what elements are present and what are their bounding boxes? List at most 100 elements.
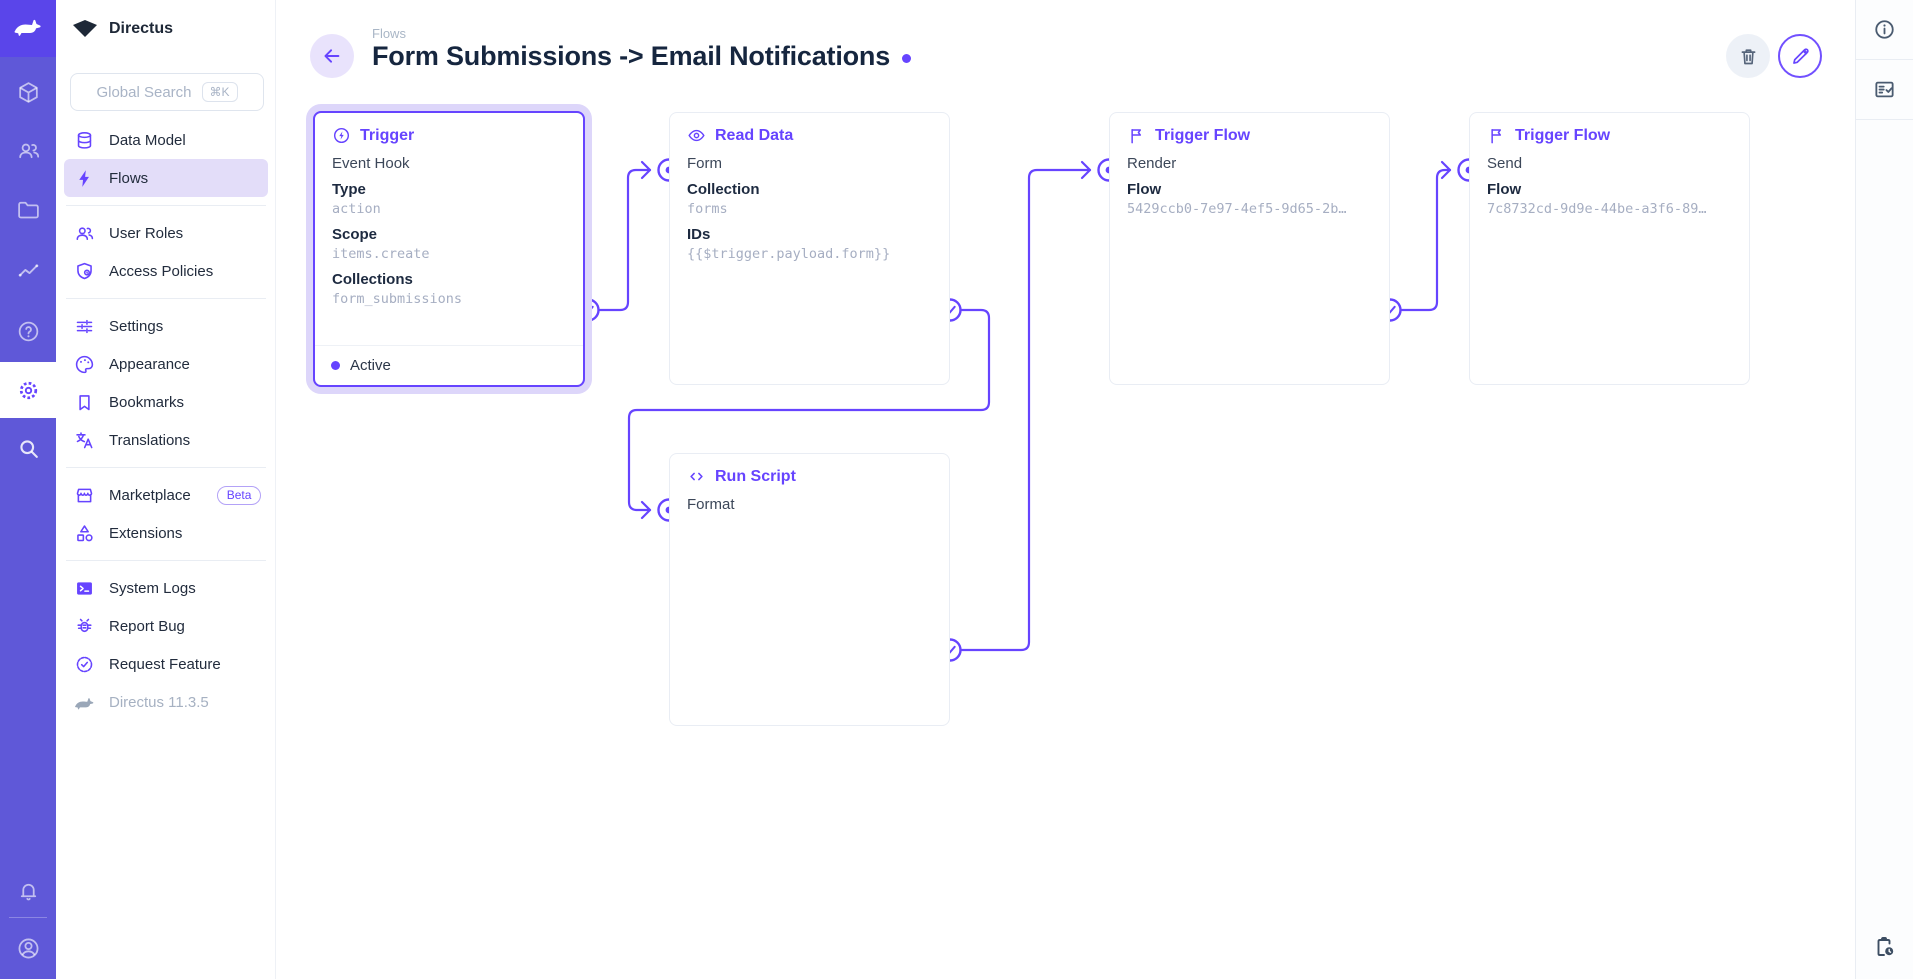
edit-flow-button[interactable] [1778,34,1822,78]
sidebar-item-label: System Logs [109,580,196,597]
module-files[interactable] [0,182,56,238]
sidebar-item-bookmarks[interactable]: Bookmarks [64,383,268,421]
page-title: Form Submissions -> Email Notifications [372,41,890,72]
node-title: Read Data [687,126,932,145]
sidebar-item-label: Report Bug [109,618,185,635]
version-row: Directus 11.3.5 [64,683,268,721]
fact-check-icon [1873,78,1896,101]
active-status-label: Active [350,357,391,374]
breadcrumb[interactable]: Flows [372,26,406,41]
sidebar-item-settings[interactable]: Settings [64,307,268,345]
node-title: Trigger Flow [1127,126,1372,145]
arrow-left-icon [321,45,343,67]
sidebar-item-label: User Roles [109,225,183,242]
sidebar-item-access-policies[interactable]: Access Policies [64,252,268,290]
notifications-button[interactable] [0,862,56,918]
active-status-dot [331,361,340,370]
sidebar-item-translations[interactable]: Translations [64,421,268,459]
back-button[interactable] [310,34,354,78]
sidebar-item-label: Data Model [109,132,186,149]
sidebar-item-label: Translations [109,432,190,449]
flow-canvas[interactable]: Trigger Event Hook Type action Scope ite… [276,0,1855,979]
directus-rabbit-icon [13,15,43,42]
flow-node-trigger[interactable]: Trigger Event Hook Type action Scope ite… [313,111,585,387]
directus-logo-block[interactable] [0,0,56,57]
sidebar-item-request-feature[interactable]: Request Feature [64,645,268,683]
cube-icon [16,80,41,105]
module-search[interactable] [0,420,56,476]
node-field: Collection forms [687,181,932,217]
palette-icon [74,354,95,375]
project-row[interactable]: Directus [56,0,276,57]
sidebar-item-label: Settings [109,318,163,335]
sidebar-item-label: Bookmarks [109,394,184,411]
sidebar-item-label: Flows [109,170,148,187]
right-sidebar [1855,0,1913,979]
sidebar-item-report-bug[interactable]: Report Bug [64,607,268,645]
flow-logs-button[interactable] [1856,923,1913,971]
sidebar-section-revisions[interactable] [1856,60,1913,120]
nav-divider [66,205,266,206]
bookmark-icon [74,392,95,413]
sidebar-item-user-roles[interactable]: User Roles [64,214,268,252]
global-search-input[interactable]: Global Search ⌘K [70,73,264,111]
nav-divider [66,467,266,468]
directus-version-rabbit-icon [74,692,95,713]
flow-node-trigger-flow-render[interactable]: Trigger Flow Render Flow 5429ccb0-7e97-4… [1109,112,1390,385]
node-name: Render [1127,155,1372,172]
search-shortcut-badge: ⌘K [202,82,238,102]
flow-node-run-script[interactable]: Run Script Format [669,453,950,726]
tune-icon [74,316,95,337]
flow-node-trigger-flow-send[interactable]: Trigger Flow Send Flow 7c8732cd-9d9e-44b… [1469,112,1750,385]
sidebar-item-label: Request Feature [109,656,221,673]
sidebar-item-data-model[interactable]: Data Model [64,121,268,159]
flow-active-dot [902,54,911,63]
info-icon [1873,18,1896,41]
node-title: Trigger [332,126,566,145]
node-field: Flow 7c8732cd-9d9e-44be-a3f6-89… [1487,181,1732,217]
project-name: Directus [109,20,173,38]
node-field: Scope items.create [332,226,566,262]
title-row: Form Submissions -> Email Notifications [372,41,911,72]
gear-icon [16,378,41,403]
sidebar-item-flows[interactable]: Flows [64,159,268,197]
module-insights[interactable] [0,243,56,299]
category-icon [74,523,95,544]
nav-divider [66,560,266,561]
node-field: Flow 5429ccb0-7e97-4ef5-9d65-2b… [1127,181,1372,217]
flow-node-read-data[interactable]: Read Data Form Collection forms IDs {{$t… [669,112,950,385]
flow-editor-main: Trigger Event Hook Type action Scope ite… [276,0,1855,979]
user-menu-button[interactable] [0,920,56,976]
module-settings[interactable] [0,362,56,418]
insights-icon [16,259,41,284]
sidebar-item-extensions[interactable]: Extensions [64,514,268,552]
translate-icon [74,430,95,451]
sidebar-item-label: Appearance [109,356,190,373]
module-content[interactable] [0,64,56,120]
node-name: Format [687,496,932,513]
sidebar-item-appearance[interactable]: Appearance [64,345,268,383]
node-title: Run Script [687,467,932,486]
sidebar-item-system-logs[interactable]: System Logs [64,569,268,607]
node-name: Event Hook [332,155,566,172]
user-roles-icon [74,223,95,244]
sidebar-item-label: Marketplace [109,487,191,504]
bell-icon [16,878,41,903]
users-icon [16,138,41,163]
sidebar-item-marketplace[interactable]: Marketplace Beta [64,476,268,514]
account-circle-icon [16,936,41,961]
node-name: Send [1487,155,1732,172]
bolt-circle-icon [332,126,351,145]
storefront-icon [74,485,95,506]
delete-flow-button[interactable] [1726,34,1770,78]
sidebar-section-information[interactable] [1856,0,1913,60]
pencil-icon [1790,46,1811,67]
module-users[interactable] [0,122,56,178]
rail-divider [9,917,47,918]
flag-icon [1487,126,1506,145]
help-icon [16,319,41,344]
folder-icon [16,198,41,223]
version-label: Directus 11.3.5 [109,694,209,711]
module-help[interactable] [0,303,56,359]
node-field: Type action [332,181,566,217]
